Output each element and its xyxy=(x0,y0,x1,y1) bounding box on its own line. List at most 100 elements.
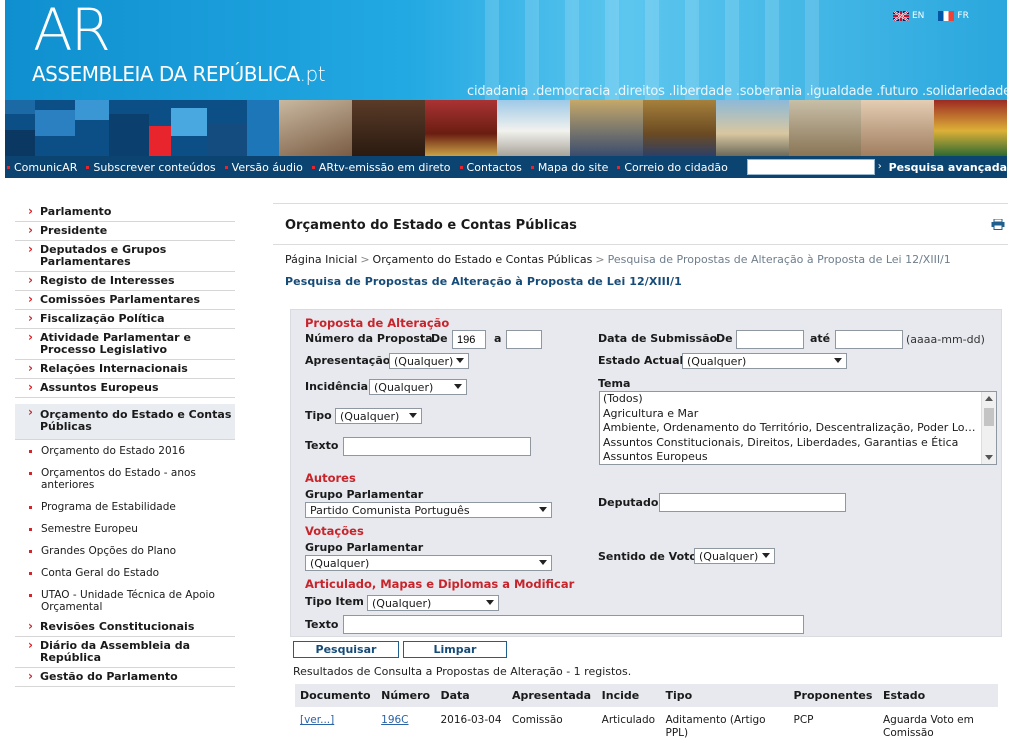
sentido-voto-label: Sentido de Voto xyxy=(598,550,697,563)
header-photo-strip xyxy=(279,100,1007,156)
numero-label: Número da Proposta xyxy=(305,332,433,345)
numero-a-input[interactable] xyxy=(506,330,542,349)
logo-letters[interactable]: AR xyxy=(33,0,111,64)
numero-de-input[interactable] xyxy=(452,330,486,349)
clear-button[interactable]: Limpar xyxy=(403,641,507,658)
sidebar-item-assuntos-europeus[interactable]: Assuntos Europeus xyxy=(15,379,235,398)
apresentacao-select[interactable]: (Qualquer) xyxy=(389,353,469,369)
section-articulado: Articulado, Mapas e Diplomas a Modificar xyxy=(305,577,575,591)
data-ate-label: até xyxy=(810,332,831,345)
slogan: cidadania .democracia .direitos .liberda… xyxy=(467,84,1007,99)
texto-input[interactable] xyxy=(343,437,531,456)
search-form: Proposta de Alteração Número da Proposta… xyxy=(290,309,1002,637)
date-format-hint: (aaaa-mm-dd) xyxy=(906,333,985,346)
texto2-input[interactable] xyxy=(343,615,804,634)
tipo-select[interactable]: (Qualquer) xyxy=(335,408,422,424)
scroll-down-icon[interactable] xyxy=(985,455,993,460)
sidebar-subitem-oe2016[interactable]: Orçamento do Estado 2016 xyxy=(15,440,235,462)
sidebar-item-fiscalizacao[interactable]: Fiscalização Política xyxy=(15,310,235,329)
scroll-thumb[interactable] xyxy=(984,408,994,426)
advanced-search-link[interactable]: Pesquisa avançada xyxy=(889,161,1007,174)
estado-select[interactable]: (Qualquer) xyxy=(682,353,847,369)
table-row: [ver...] 196C 2016-03-04 Comissão Articu… xyxy=(295,707,998,742)
cell-apresentada: Comissão xyxy=(511,714,563,726)
tema-option[interactable]: (Todos) xyxy=(600,392,996,407)
col-proponentes: Proponentes xyxy=(788,684,878,707)
search-button[interactable]: Pesquisar xyxy=(293,641,399,658)
language-fr-link[interactable]: FR xyxy=(938,11,969,21)
sentido-voto-value: (Qualquer) xyxy=(699,550,759,563)
votacoes-grupo-value: (Qualquer) xyxy=(310,557,370,570)
logo-name[interactable]: ASSEMBLEIA DA REPÚBLICA.pt xyxy=(32,62,326,86)
autores-grupo-select[interactable]: Partido Comunista Português xyxy=(305,502,552,518)
sidebar-item-registo-interesses[interactable]: Registo de Interesses xyxy=(15,272,235,291)
language-en-link[interactable]: EN xyxy=(893,11,924,21)
sidebar-subitem-gop[interactable]: Grandes Opções do Plano xyxy=(15,540,235,562)
tema-option[interactable]: Ambiente, Ordenamento do Território, Des… xyxy=(600,421,996,436)
incidencia-label: Incidência xyxy=(305,380,369,393)
data-de-input[interactable] xyxy=(736,330,804,349)
chevron-down-icon xyxy=(539,507,547,512)
votacoes-grupo-select[interactable]: (Qualquer) xyxy=(305,555,552,571)
nav-artv[interactable]: ARtv-emissão em direto xyxy=(310,161,458,174)
numero-link[interactable]: 196C xyxy=(381,714,408,726)
sidebar-item-deputados[interactable]: Deputados e Grupos Parlamentares xyxy=(15,241,235,272)
breadcrumb-section[interactable]: Orçamento do Estado e Contas Públicas xyxy=(373,253,593,266)
tema-option[interactable]: Assuntos Constitucionais, Direitos, Libe… xyxy=(600,436,996,451)
sidebar-item-parlamento[interactable]: Parlamento xyxy=(15,203,235,222)
col-tipo: Tipo xyxy=(660,684,789,707)
sidebar-item-comissoes[interactable]: Comissões Parlamentares xyxy=(15,291,235,310)
cell-documento: [ver...] xyxy=(295,707,376,742)
incidencia-select[interactable]: (Qualquer) xyxy=(369,379,467,395)
chevron-down-icon xyxy=(454,384,462,389)
nav-contactos[interactable]: Contactos xyxy=(458,161,529,174)
nav-correio-cidadao[interactable]: Correio do cidadão xyxy=(615,161,735,174)
numero-a-label: a xyxy=(494,332,502,345)
page-title: Orçamento do Estado e Contas Públicas xyxy=(285,218,577,233)
scroll-up-icon[interactable] xyxy=(985,396,993,401)
sidebar-item-orcamento-active[interactable]: Orçamento do Estado e Contas Públicas xyxy=(15,404,235,440)
tema-option[interactable]: Assuntos Europeus xyxy=(600,450,996,464)
nav-versao-audio[interactable]: Versão áudio xyxy=(223,161,310,174)
sidebar-item-gestao[interactable]: Gestão do Parlamento xyxy=(15,668,235,687)
language-switcher: EN FR xyxy=(893,11,969,21)
sidebar-item-revisoes[interactable]: Revisões Constitucionais xyxy=(15,618,235,637)
data-ate-input[interactable] xyxy=(835,330,903,349)
tipo-item-value: (Qualquer) xyxy=(372,597,432,610)
data-de-label: De xyxy=(716,332,733,345)
france-flag-icon xyxy=(938,11,955,21)
chevron-down-icon xyxy=(486,600,494,605)
sidebar-subitem-utao[interactable]: UTAO - Unidade Técnica de Apoio Orçament… xyxy=(15,584,235,618)
site-search-input[interactable] xyxy=(746,159,875,175)
page-title-box: Orçamento do Estado e Contas Públicas xyxy=(273,203,1008,245)
texto-label: Texto xyxy=(305,439,339,452)
sidebar-item-presidente[interactable]: Presidente xyxy=(15,222,235,241)
nav-subscrever[interactable]: Subscrever conteúdos xyxy=(84,161,222,174)
sidebar-item-relacoes[interactable]: Relações Internacionais xyxy=(15,360,235,379)
nav-comunicar[interactable]: ComunicAR xyxy=(5,161,84,174)
sidebar-item-atividade[interactable]: Atividade Parlamentar e Processo Legisla… xyxy=(15,329,235,360)
tipo-item-label: Tipo Item xyxy=(305,595,364,608)
sentido-voto-select[interactable]: (Qualquer) xyxy=(694,548,775,564)
tema-scrollbar[interactable] xyxy=(981,392,996,464)
results-summary: Resultados de Consulta a Propostas de Al… xyxy=(293,665,632,678)
apresentacao-label: Apresentação xyxy=(305,354,391,367)
tipo-item-select[interactable]: (Qualquer) xyxy=(367,595,499,611)
tema-listbox[interactable]: (Todos) Agricultura e Mar Ambiente, Orde… xyxy=(599,391,997,465)
sidebar-subitem-conta-geral[interactable]: Conta Geral do Estado xyxy=(15,562,235,584)
deputado-input[interactable] xyxy=(659,493,846,512)
tipo-value: (Qualquer) xyxy=(340,410,400,423)
sidebar-subitem-semestre[interactable]: Semestre Europeu xyxy=(15,518,235,540)
nav-mapa-site[interactable]: Mapa do site xyxy=(529,161,616,174)
search-go-icon[interactable]: › xyxy=(876,156,883,178)
breadcrumb-home[interactable]: Página Inicial xyxy=(285,253,357,266)
breadcrumb: Página Inicial > Orçamento do Estado e Con… xyxy=(285,253,951,266)
sidebar-item-diario[interactable]: Diário da Assembleia da República xyxy=(15,637,235,668)
sidebar-subitem-estabilidade[interactable]: Programa de Estabilidade xyxy=(15,496,235,518)
sidebar-subitem-oe-anteriores[interactable]: Orçamentos do Estado - anos anteriores xyxy=(15,462,235,496)
tema-option[interactable]: Agricultura e Mar xyxy=(600,407,996,422)
cell-tipo: Aditamento (Artigo PPL) xyxy=(665,714,766,739)
deputado-label: Deputado xyxy=(598,496,659,509)
printer-icon[interactable] xyxy=(991,219,1005,230)
document-link[interactable]: [ver...] xyxy=(300,714,334,726)
